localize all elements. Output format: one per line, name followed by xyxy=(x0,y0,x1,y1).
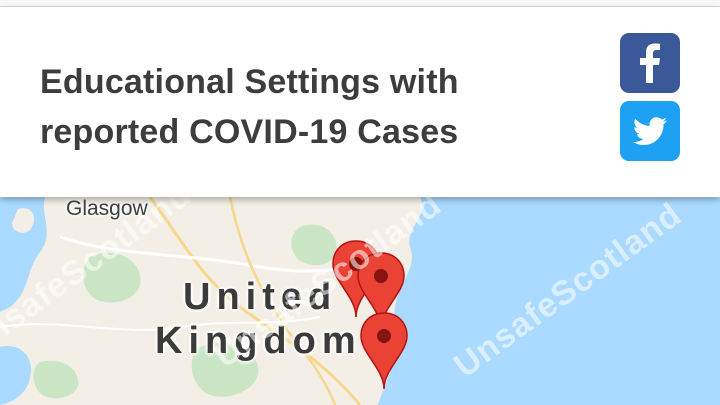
twitter-share-button[interactable] xyxy=(620,101,680,161)
map-pin-icon[interactable] xyxy=(358,311,410,391)
facebook-icon xyxy=(640,43,660,83)
top-divider xyxy=(0,0,720,7)
page-header: Educational Settings with reported COVID… xyxy=(0,7,720,197)
facebook-share-button[interactable] xyxy=(620,33,680,93)
page-title: Educational Settings with reported COVID… xyxy=(40,57,580,157)
twitter-icon xyxy=(632,117,667,145)
title-line-2: reported COVID-19 Cases xyxy=(40,113,459,151)
map-view[interactable]: Glasgow United Kingdom UnsafeScotland Un… xyxy=(0,197,720,405)
title-line-1: Educational Settings with xyxy=(40,63,459,101)
